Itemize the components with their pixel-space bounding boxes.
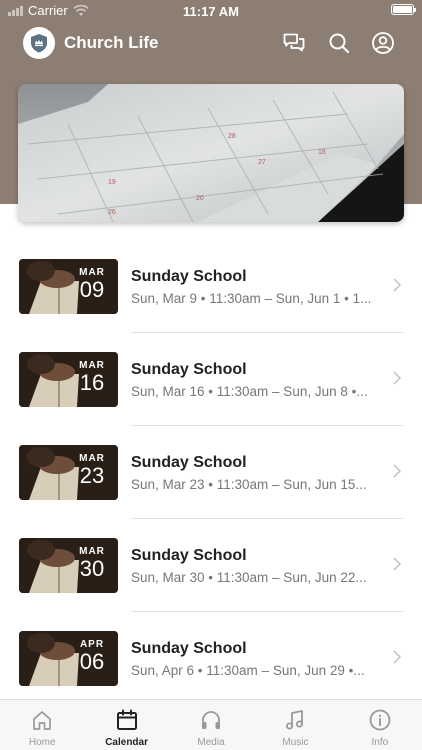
event-day: 09: [79, 277, 105, 302]
svg-text:28: 28: [228, 133, 236, 140]
event-day: 06: [79, 649, 105, 674]
tab-calendar[interactable]: Calendar: [84, 700, 168, 750]
hero-calendar-image: 19 28 27 18 20 26: [18, 84, 404, 222]
svg-text:26: 26: [108, 209, 116, 216]
event-title: Sunday School: [131, 268, 247, 285]
search-icon[interactable]: [327, 31, 351, 55]
tab-label: Info: [371, 737, 389, 748]
tab-music[interactable]: Music: [253, 700, 337, 750]
event-thumbnail: APR 06: [19, 631, 118, 686]
chat-icon[interactable]: [282, 31, 306, 55]
event-row[interactable]: MAR 09 Sunday School Sun, Mar 9 • 11:30a…: [0, 240, 422, 333]
shield-crown-icon: [31, 34, 47, 53]
chevron-right-icon: [393, 371, 402, 385]
svg-text:27: 27: [258, 159, 266, 166]
event-date-overlay: MAR 16: [76, 360, 108, 395]
status-right: [391, 4, 416, 15]
event-date-overlay: MAR 23: [76, 453, 108, 488]
event-date-overlay: MAR 30: [76, 546, 108, 581]
svg-text:20: 20: [196, 195, 204, 202]
church-logo[interactable]: [23, 27, 55, 59]
chevron-right-icon: [393, 557, 402, 571]
status-bar: Carrier 11:17 AM: [0, 0, 422, 22]
tab-label: Calendar: [105, 737, 148, 748]
chevron-right-icon: [393, 464, 402, 478]
tab-bar: Home Calendar Media Music Info: [0, 699, 422, 750]
tab-label: Home: [28, 737, 56, 748]
event-subtitle: Sun, Apr 6 • 11:30am – Sun, Jun 29 •...: [131, 663, 365, 678]
app-title: Church Life: [64, 33, 159, 52]
tab-media[interactable]: Media: [169, 700, 253, 750]
event-title: Sunday School: [131, 640, 247, 657]
event-row[interactable]: MAR 30 Sunday School Sun, Mar 30 • 11:30…: [0, 519, 422, 612]
battery-icon: [391, 4, 416, 15]
profile-icon[interactable]: [371, 31, 395, 55]
nav-bar: Church Life: [0, 24, 422, 64]
chevron-right-icon: [393, 650, 402, 664]
event-row[interactable]: APR 06 Sunday School Sun, Apr 6 • 11:30a…: [0, 612, 422, 705]
event-subtitle: Sun, Mar 16 • 11:30am – Sun, Jun 8 •...: [131, 384, 368, 399]
event-day: 23: [79, 463, 105, 488]
event-subtitle: Sun, Mar 9 • 11:30am – Sun, Jun 1 • 1...: [131, 291, 372, 306]
event-day: 16: [79, 370, 105, 395]
calendar-photo-illustration: 19 28 27 18 20 26: [18, 84, 404, 222]
info-icon: [369, 709, 391, 731]
event-date-overlay: MAR 09: [76, 267, 108, 302]
event-title: Sunday School: [131, 547, 247, 564]
event-thumbnail: MAR 16: [19, 352, 118, 407]
headphones-icon: [202, 711, 221, 729]
music-note-icon: [286, 710, 304, 730]
event-thumbnail: MAR 30: [19, 538, 118, 593]
tab-label: Media: [197, 737, 225, 748]
event-row[interactable]: MAR 16 Sunday School Sun, Mar 16 • 11:30…: [0, 333, 422, 426]
event-row[interactable]: MAR 23 Sunday School Sun, Mar 23 • 11:30…: [0, 426, 422, 519]
home-icon: [33, 711, 52, 730]
calendar-icon: [116, 709, 137, 730]
events-list: MAR 09 Sunday School Sun, Mar 9 • 11:30a…: [0, 240, 422, 705]
event-thumbnail: MAR 09: [19, 259, 118, 314]
event-subtitle: Sun, Mar 23 • 11:30am – Sun, Jun 15...: [131, 477, 367, 492]
tab-info[interactable]: Info: [338, 700, 422, 750]
status-time: 11:17 AM: [183, 4, 239, 19]
event-day: 30: [79, 556, 105, 581]
chevron-right-icon: [393, 278, 402, 292]
event-title: Sunday School: [131, 454, 247, 471]
event-subtitle: Sun, Mar 30 • 11:30am – Sun, Jun 22...: [131, 570, 367, 585]
svg-text:18: 18: [318, 149, 326, 156]
event-date-overlay: APR 06: [76, 639, 108, 674]
tab-home[interactable]: Home: [0, 700, 84, 750]
tab-label: Music: [282, 737, 309, 748]
svg-text:19: 19: [108, 179, 116, 186]
event-title: Sunday School: [131, 361, 247, 378]
event-thumbnail: MAR 23: [19, 445, 118, 500]
